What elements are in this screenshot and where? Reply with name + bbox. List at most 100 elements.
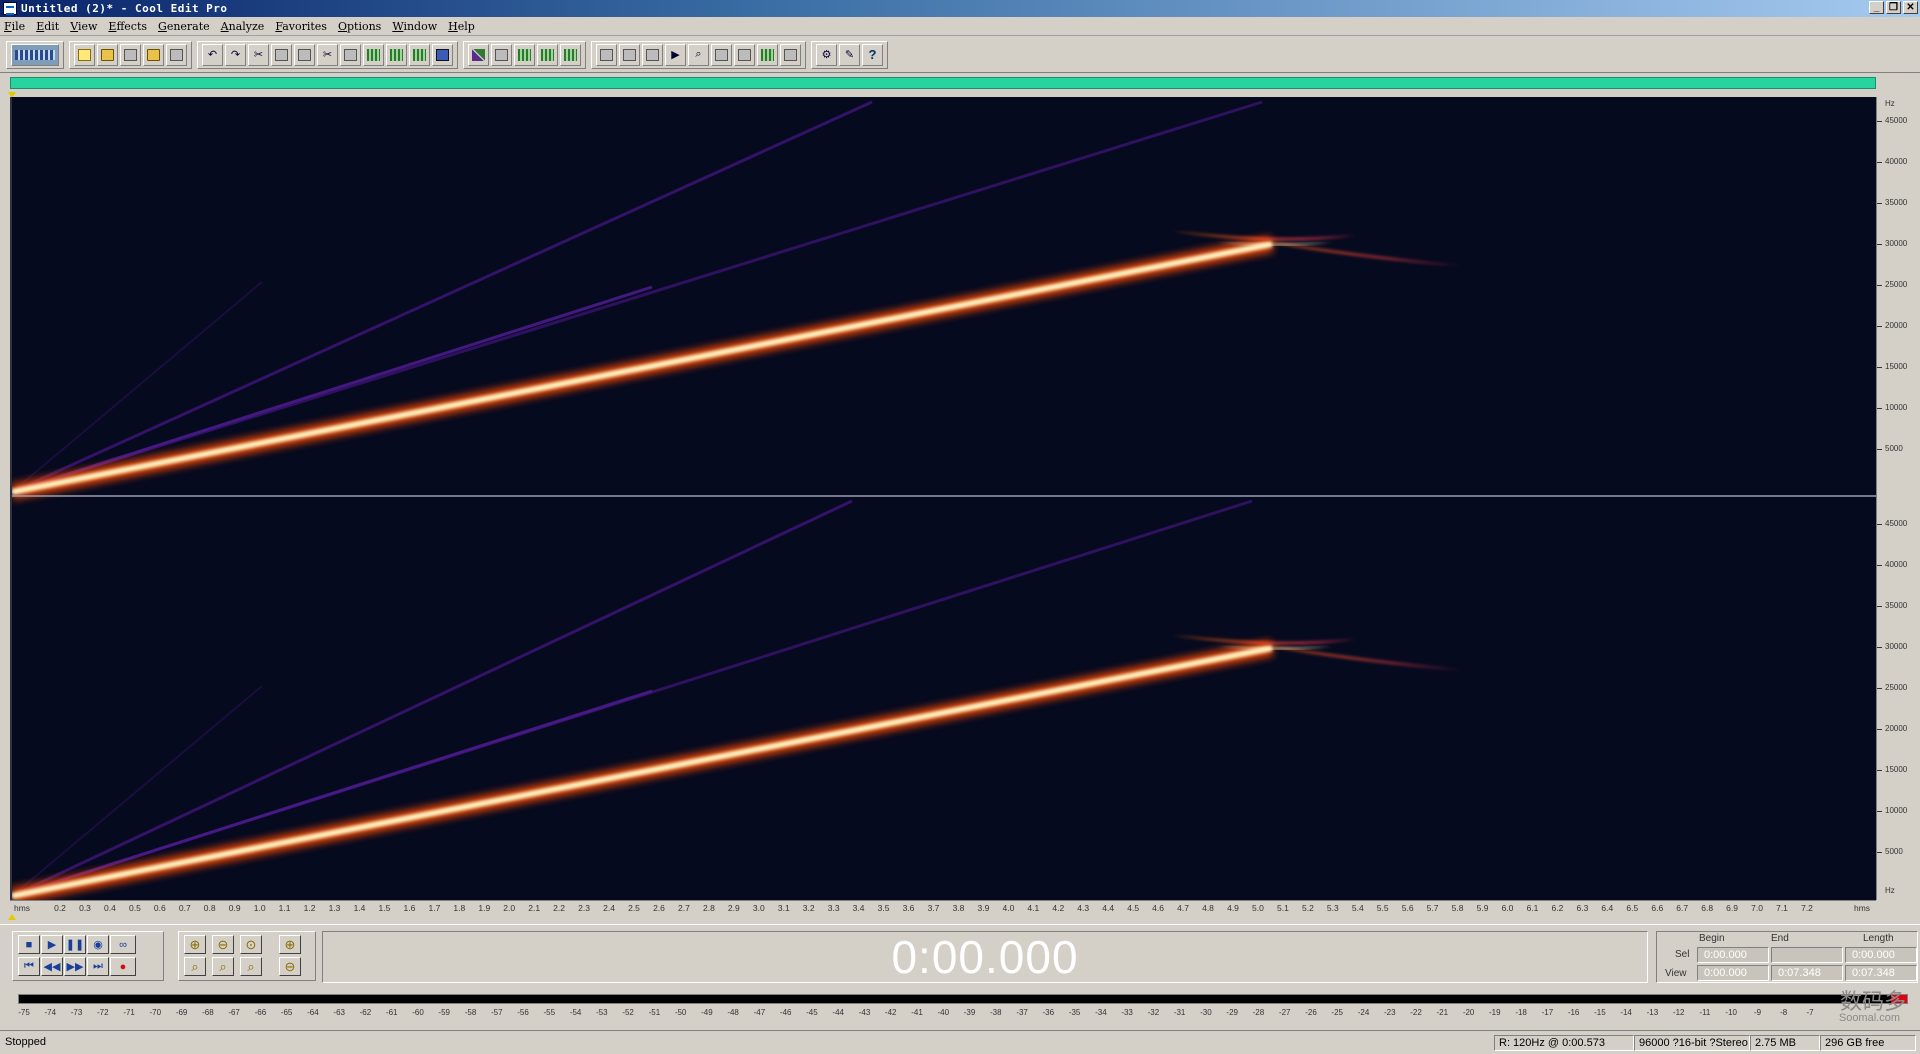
- open-file-button[interactable]: [97, 43, 118, 66]
- go-to-start-button[interactable]: ⏮: [18, 957, 40, 976]
- save-button[interactable]: [120, 43, 141, 66]
- time-tick-label: 5.1: [1276, 903, 1289, 913]
- frequency-analysis-button[interactable]: [780, 43, 801, 66]
- meter-tick-label: -51: [648, 1008, 661, 1017]
- toolbar-group-mode: [6, 40, 64, 69]
- meter-tick-label: -25: [1331, 1008, 1343, 1017]
- menu-help[interactable]: Help: [448, 20, 475, 33]
- channel-button[interactable]: [409, 43, 430, 66]
- select-all-button[interactable]: [432, 43, 453, 66]
- sel-length-field[interactable]: 0:00.000: [1845, 947, 1917, 963]
- time-tick-label: 1.2: [303, 903, 316, 913]
- paste-button[interactable]: [340, 43, 361, 66]
- sel-end-field[interactable]: [1771, 947, 1843, 963]
- save-all-button[interactable]: [143, 43, 164, 66]
- overview-range-bar[interactable]: [10, 77, 1876, 89]
- status-state: Stopped: [5, 1036, 46, 1048]
- trim-button[interactable]: ✂: [317, 43, 338, 66]
- menu-file[interactable]: File: [4, 20, 25, 33]
- meter-tick-label: -28: [1252, 1008, 1265, 1017]
- copy-button[interactable]: [271, 43, 292, 66]
- loop-button[interactable]: ∞: [110, 935, 136, 954]
- app-icon[interactable]: [3, 2, 17, 15]
- undo-button[interactable]: ↶: [202, 43, 223, 66]
- transport-panel: ■ ▶ ❚❚ ◉ ∞ ⏮ ◀◀ ▶▶ ⏭ ● ⊕ ⊖ ⊙ ⊕ ⌕ ⌕ ⌕ ⊖ 0…: [0, 924, 1920, 986]
- grid-view-2-button[interactable]: [537, 43, 558, 66]
- time-tick-label: 6.1: [1526, 903, 1539, 913]
- menu-view[interactable]: View: [70, 20, 97, 33]
- menu-generate[interactable]: Generate: [158, 20, 210, 33]
- view-begin-field[interactable]: 0:00.000: [1697, 965, 1769, 981]
- help-button[interactable]: ?: [862, 43, 883, 66]
- sample-format-button[interactable]: [734, 43, 755, 66]
- play-list-button[interactable]: [642, 43, 663, 66]
- notes-button[interactable]: ✎: [839, 43, 860, 66]
- grid-view-3-button[interactable]: [560, 43, 581, 66]
- grid-view-button[interactable]: [514, 43, 535, 66]
- zoom-full-button[interactable]: ⊙: [240, 935, 262, 954]
- close-button[interactable]: ✕: [1903, 1, 1918, 14]
- zoom-left-button[interactable]: ⌕: [184, 957, 206, 976]
- zoom-selection-button[interactable]: ⌕: [240, 957, 262, 976]
- time-format-icon: [715, 48, 728, 61]
- menu-favorites[interactable]: Favorites: [275, 20, 327, 33]
- time-tick-label: 0.3: [79, 903, 91, 913]
- menu-analyze[interactable]: Analyze: [221, 20, 265, 33]
- menu-window[interactable]: Window: [392, 20, 437, 33]
- status-size: 2.75 MB: [1750, 1035, 1820, 1051]
- go-to-end-button[interactable]: ⏭: [87, 957, 109, 976]
- sel-begin-field[interactable]: 0:00.000: [1697, 947, 1769, 963]
- minimize-button[interactable]: _: [1869, 1, 1884, 14]
- zoom-in-button[interactable]: ⊕: [184, 935, 206, 954]
- zoom-vertical-in-button[interactable]: ⊕: [279, 935, 301, 954]
- time-tick-label: 2.9: [727, 903, 740, 913]
- hz-label: 20000: [1885, 321, 1908, 330]
- fast-forward-button[interactable]: ▶▶: [64, 957, 86, 976]
- envelope-button[interactable]: [468, 43, 489, 66]
- info-button[interactable]: [619, 43, 640, 66]
- meter-tick-label: -15: [1594, 1008, 1606, 1017]
- paste-new-button[interactable]: [386, 43, 407, 66]
- grid-2-icon: [541, 48, 554, 61]
- close-file-button[interactable]: [166, 43, 187, 66]
- time-ruler[interactable]: hms 0.2 0.3 0.4 0.5 0.6 0.7 0.8 0.9 1.0 1.1 1.2 1.3 1…: [10, 900, 1876, 914]
- time-tick-label: 5.4: [1351, 903, 1364, 913]
- restore-button[interactable]: ❐: [1886, 1, 1901, 14]
- status-free: 296 GB free: [1820, 1035, 1916, 1051]
- zoom-right-button[interactable]: ⌕: [212, 957, 234, 976]
- menu-options[interactable]: Options: [338, 20, 381, 33]
- menu-effects[interactable]: Effects: [108, 20, 147, 33]
- record-button[interactable]: ●: [110, 957, 136, 976]
- play-to-end-button[interactable]: ◉: [87, 935, 109, 954]
- zoom-vertical-out-button[interactable]: ⊖: [279, 957, 301, 976]
- pause-button[interactable]: ❚❚: [64, 935, 86, 954]
- gear-icon: ⚙: [821, 49, 832, 61]
- view-end-field[interactable]: 0:07.348: [1771, 965, 1843, 981]
- time-tick-label: 3.7: [927, 903, 940, 913]
- magnifier-icon: ⌕: [695, 48, 702, 60]
- play-button[interactable]: ▶: [41, 935, 63, 954]
- menu-edit[interactable]: Edit: [36, 20, 59, 33]
- multitrack-toggle-button[interactable]: [11, 43, 59, 66]
- settings-button[interactable]: ⚙: [816, 43, 837, 66]
- statistics-button[interactable]: [757, 43, 778, 66]
- stop-button[interactable]: ■: [18, 935, 40, 954]
- meter-tick-label: -57: [491, 1008, 503, 1017]
- spectral-display[interactable]: [10, 97, 1876, 900]
- time-format-button[interactable]: [711, 43, 732, 66]
- rewind-button[interactable]: ◀◀: [41, 957, 63, 976]
- preview-button[interactable]: ▶: [665, 43, 686, 66]
- copy-new-button[interactable]: [294, 43, 315, 66]
- meter-tick-label: -37: [1016, 1008, 1028, 1017]
- start-marker-bottom[interactable]: [8, 914, 16, 920]
- find-button[interactable]: ⌕: [688, 43, 709, 66]
- zoom-out-button[interactable]: ⊖: [212, 935, 234, 954]
- spectral-view-button[interactable]: [491, 43, 512, 66]
- mix-paste-button[interactable]: [363, 43, 384, 66]
- new-file-button[interactable]: [74, 43, 95, 66]
- redo-button[interactable]: ↷: [225, 43, 246, 66]
- cue-list-button[interactable]: [596, 43, 617, 66]
- view-length-field[interactable]: 0:07.348: [1845, 965, 1917, 981]
- cut-button[interactable]: ✂: [248, 43, 269, 66]
- meter-tick-label: -30: [1200, 1008, 1212, 1017]
